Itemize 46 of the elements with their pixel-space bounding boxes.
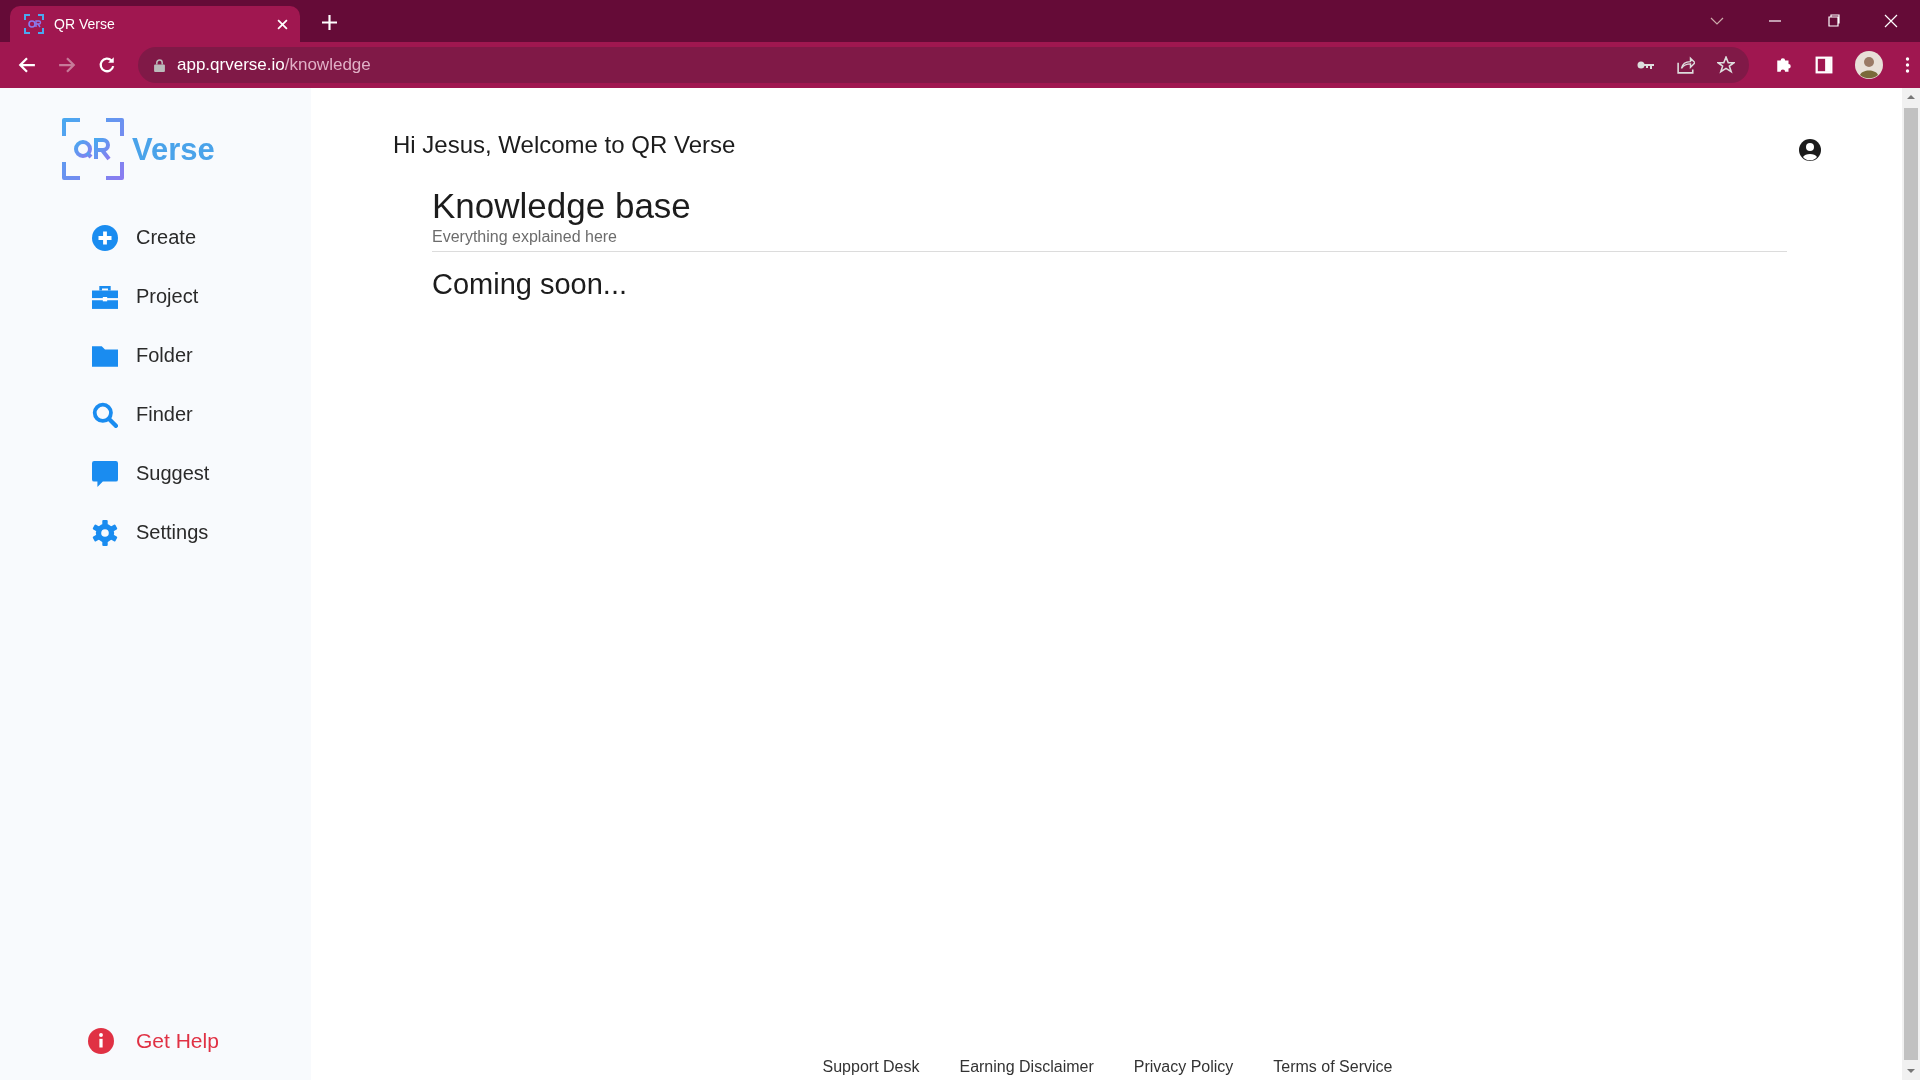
get-help-link[interactable]: Get Help — [0, 1028, 231, 1054]
footer-link[interactable]: Earning Disclaimer — [959, 1058, 1094, 1080]
star-icon[interactable] — [1717, 56, 1735, 74]
reload-icon[interactable] — [98, 56, 116, 74]
search-icon — [92, 401, 118, 428]
nav-item[interactable]: Finder — [0, 385, 231, 444]
logo-text: Verse — [132, 132, 215, 168]
nav-item[interactable]: Settings — [0, 503, 231, 562]
puzzle-icon[interactable] — [1775, 56, 1793, 74]
address-bar[interactable]: app.qrverse.io/knowledge — [138, 47, 1749, 83]
nav-item[interactable]: Create — [0, 208, 231, 267]
menu-icon[interactable] — [1905, 57, 1910, 73]
nav-item[interactable]: Folder — [0, 326, 231, 385]
footer-link[interactable]: Privacy Policy — [1133, 1058, 1234, 1080]
greeting-text: Hi Jesus, Welcome to QR Verse — [393, 131, 736, 159]
footer-link[interactable]: Terms of Service — [1273, 1058, 1393, 1080]
tab-title: QR Verse — [54, 16, 116, 32]
page-subtitle: Everything explained here — [432, 228, 618, 246]
share-icon[interactable] — [1677, 56, 1695, 74]
qr-logo-icon — [24, 14, 44, 34]
info-icon — [88, 1028, 114, 1054]
coming-soon-text: Coming soon... — [432, 268, 629, 301]
url-text: app.qrverse.io/knowledge — [177, 55, 371, 75]
user-account-icon[interactable] — [1798, 138, 1822, 162]
scroll-down-icon[interactable] — [1907, 1068, 1915, 1074]
browser-tab[interactable]: QR Verse — [10, 6, 300, 42]
back-arrow-icon[interactable] — [18, 56, 36, 74]
settings-icon — [92, 519, 118, 546]
lock-icon — [154, 58, 165, 72]
scrollbar[interactable] — [1902, 88, 1920, 1080]
avatar-icon[interactable] — [1855, 51, 1883, 79]
nav-item[interactable]: Project — [0, 267, 231, 326]
plus-icon[interactable] — [322, 15, 337, 30]
close-icon[interactable] — [277, 18, 288, 30]
restore-icon[interactable] — [1826, 14, 1840, 28]
close-icon[interactable] — [1884, 14, 1898, 28]
briefcase-icon — [92, 283, 118, 310]
plus-circle-icon — [92, 224, 118, 251]
footer-link[interactable]: Support Desk — [822, 1058, 920, 1080]
page-title: Knowledge base — [432, 186, 692, 226]
speech-bubble-icon — [92, 460, 118, 487]
qr-logo-icon — [62, 118, 124, 180]
nav-item[interactable]: Suggest — [0, 444, 231, 503]
scrollbar-thumb[interactable] — [1904, 108, 1918, 1060]
side-panel-icon[interactable] — [1815, 56, 1833, 74]
scroll-up-icon[interactable] — [1907, 94, 1915, 100]
